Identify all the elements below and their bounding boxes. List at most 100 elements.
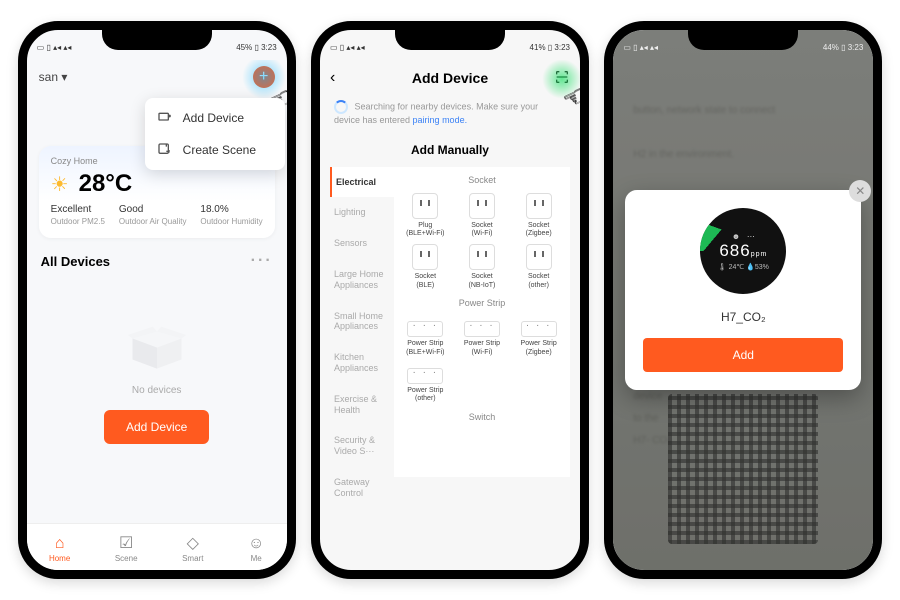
back-icon[interactable]: ‹ <box>330 69 335 87</box>
weather-metric-air: Good Outdoor Air Quality <box>119 204 187 226</box>
section-title-switch: Switch <box>398 412 566 422</box>
device-name-label: Socket <box>511 273 566 281</box>
home-icon: ⌂ <box>55 536 65 552</box>
weather-metric-pm25: Excellent Outdoor PM2.5 <box>51 204 105 226</box>
socket-icon <box>526 244 552 270</box>
status-right: 41% ▯ 3:23 <box>530 43 570 52</box>
device-catalog: Electrical Lighting Sensors Large Home A… <box>330 167 570 477</box>
add-device-button[interactable]: Add <box>643 338 843 372</box>
phone-home-screen: ▭ ▯ ▴◂ ▴◂ 45% ▯ 3:23 san ▾ + ☜ Add Devic… <box>18 21 296 579</box>
device-sub-label: (other) <box>398 395 453 403</box>
sidebar-item-small-home[interactable]: Small Home Appliances <box>330 301 394 343</box>
device-cell[interactable]: Socket(Zigbee) <box>511 193 566 239</box>
popover-create-scene[interactable]: Create Scene <box>145 134 285 166</box>
add-device-icon <box>157 110 173 126</box>
device-name-label: Socket <box>398 273 453 281</box>
device-cell[interactable]: Plug(BLE+Wi-Fi) <box>398 193 453 239</box>
phone-add-device-screen: ▭ ▯ ▴◂ ▴◂ 41% ▯ 3:23 ‹ Add Device ☜ Sear… <box>311 21 589 579</box>
device-cell[interactable]: Socket(other) <box>511 244 566 290</box>
status-right: 44% ▯ 3:23 <box>823 43 863 52</box>
category-main[interactable]: Socket Plug(BLE+Wi-Fi)Socket(Wi-Fi)Socke… <box>394 167 570 477</box>
socket-icon <box>412 244 438 270</box>
device-name-label: Power Strip <box>398 387 453 395</box>
search-banner: Searching for nearby devices. Make sure … <box>334 100 566 127</box>
device-sub-label: (BLE+Wi-Fi) <box>398 230 453 238</box>
device-cell[interactable]: Socket(BLE) <box>398 244 453 290</box>
sidebar-item-electrical[interactable]: Electrical <box>330 167 394 198</box>
popover-label: Create Scene <box>183 143 256 157</box>
weather-temperature: 28°C <box>79 170 133 198</box>
me-icon: ☺ <box>248 536 264 552</box>
device-sub-label: (Zigbee) <box>511 230 566 238</box>
popover-add-device[interactable]: Add Device <box>145 102 285 134</box>
device-sub-label: (NB-IoT) <box>455 282 510 290</box>
device-name-label: Plug <box>398 222 453 230</box>
device-name-label: Power Strip <box>511 340 566 348</box>
device-cell[interactable]: Power Strip(other) <box>398 363 453 404</box>
scene-icon: ☑ <box>119 536 133 552</box>
device-name: H7_CO₂ <box>643 310 843 324</box>
socket-icon <box>412 193 438 219</box>
sidebar-item-gateway[interactable]: Gateway Control <box>330 467 394 509</box>
sidebar-item-exercise[interactable]: Exercise & Health <box>330 384 394 426</box>
sidebar-item-kitchen[interactable]: Kitchen Appliances <box>330 342 394 384</box>
device-found-modal: ✕ ☻ ⋯ 686ppm 🌡 24℃ 💧53% H7_CO₂ Add <box>625 190 861 390</box>
more-icon[interactable]: ··· <box>251 252 273 270</box>
device-sub-label: (Zigbee) <box>511 349 566 357</box>
sidebar-item-lighting[interactable]: Lighting <box>330 197 394 228</box>
notch <box>102 28 212 50</box>
tab-smart[interactable]: ◇ Smart <box>182 536 203 563</box>
smart-icon: ◇ <box>187 536 199 552</box>
close-icon[interactable]: ✕ <box>849 180 871 202</box>
sidebar-item-large-home[interactable]: Large Home Appliances <box>330 259 394 301</box>
empty-label: No devices <box>39 385 275 396</box>
device-cell[interactable]: Power Strip(Wi-Fi) <box>455 316 510 357</box>
device-cell <box>455 363 510 404</box>
section-title-powerstrip: Power Strip <box>398 298 566 308</box>
tab-scene[interactable]: ☑ Scene <box>115 536 138 563</box>
device-cell[interactable]: Socket(NB-IoT) <box>455 244 510 290</box>
socket-icon <box>526 193 552 219</box>
status-left: ▭ ▯ ▴◂ ▴◂ <box>330 43 365 52</box>
device-name-label: Socket <box>455 273 510 281</box>
socket-icon <box>469 244 495 270</box>
device-name-label: Power Strip <box>398 340 453 348</box>
status-right: 45% ▯ 3:23 <box>236 43 276 52</box>
qr-code-preview <box>668 394 818 544</box>
tab-me[interactable]: ☺ Me <box>248 536 264 563</box>
phone-scan-screen: ▭ ▯ ▴◂ ▴◂ 44% ▯ 3:23 button, network sta… <box>604 21 882 579</box>
notch <box>395 28 505 50</box>
weather-sun-icon: ☀ <box>51 172 69 197</box>
device-name-label: Socket <box>455 222 510 230</box>
device-cell[interactable]: Power Strip(Zigbee) <box>511 316 566 357</box>
section-title-socket: Socket <box>398 175 566 185</box>
category-sidebar: Electrical Lighting Sensors Large Home A… <box>330 167 394 477</box>
empty-box-icon <box>122 314 192 370</box>
scan-caption: Align the QR code / barcode for identifi… <box>613 572 873 579</box>
device-sub-label: (BLE) <box>398 282 453 290</box>
notch <box>688 28 798 50</box>
power-strip-icon <box>407 368 443 384</box>
sidebar-item-security[interactable]: Security & Video S··· <box>330 425 394 467</box>
tab-home[interactable]: ⌂ Home <box>49 536 70 563</box>
device-sub-label: (other) <box>511 282 566 290</box>
device-cell <box>511 363 566 404</box>
add-button[interactable]: + <box>253 66 275 88</box>
home-dropdown[interactable]: san ▾ <box>39 70 68 84</box>
popover-label: Add Device <box>183 111 244 125</box>
add-device-button[interactable]: Add Device <box>104 410 209 444</box>
empty-state: No devices Add Device <box>39 314 275 444</box>
device-cell[interactable]: Power Strip(BLE+Wi-Fi) <box>398 316 453 357</box>
pairing-mode-link[interactable]: pairing mode. <box>413 115 468 125</box>
device-name-label: Power Strip <box>455 340 510 348</box>
sensor-device-icon: ☻ ⋯ 686ppm 🌡 24℃ 💧53% <box>700 208 786 294</box>
add-manually-title: Add Manually <box>330 143 570 157</box>
tab-bar: ⌂ Home ☑ Scene ◇ Smart ☺ Me <box>27 523 287 574</box>
power-strip-icon <box>464 321 500 337</box>
device-sub-label: (Wi-Fi) <box>455 349 510 357</box>
device-name-label: Socket <box>511 222 566 230</box>
sidebar-item-sensors[interactable]: Sensors <box>330 228 394 259</box>
device-sub-label: (BLE+Wi-Fi) <box>398 349 453 357</box>
create-scene-icon <box>157 142 173 158</box>
device-cell[interactable]: Socket(Wi-Fi) <box>455 193 510 239</box>
